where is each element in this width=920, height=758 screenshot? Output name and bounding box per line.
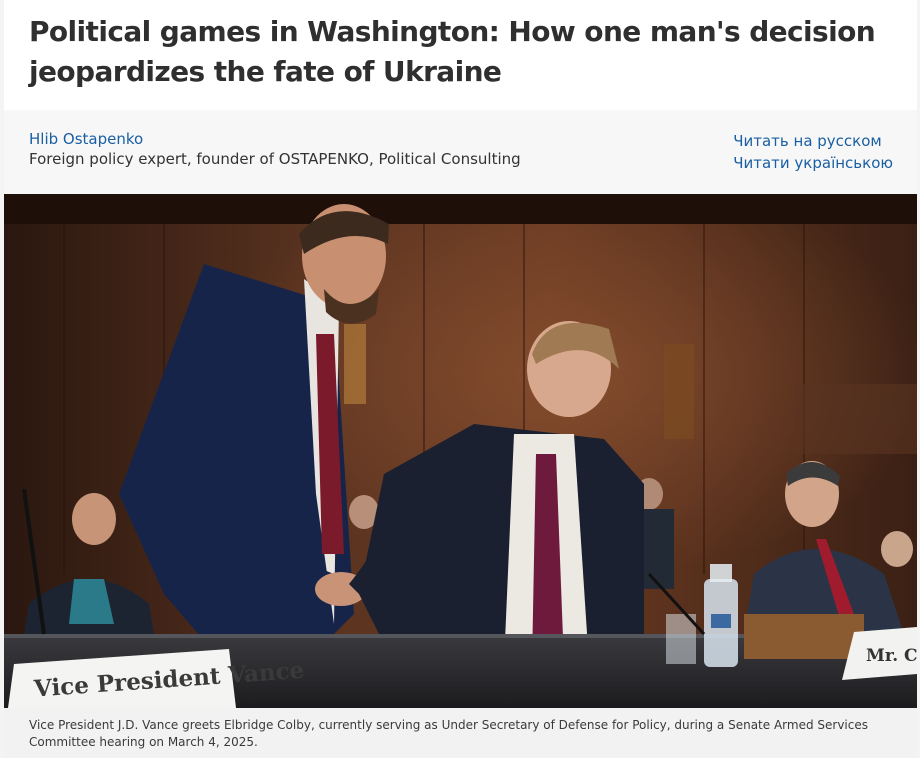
- article-photo[interactable]: Vice President Vance Mr. C: [4, 194, 917, 708]
- read-in-russian-link[interactable]: Читать на русском: [733, 130, 893, 152]
- photo-caption: Vice President J.D. Vance greets Elbridg…: [4, 708, 917, 758]
- nameplate-right: Mr. C: [866, 646, 917, 666]
- photo-illustration: Vice President Vance Mr. C: [4, 194, 917, 708]
- author-name-link[interactable]: Hlib Ostapenko: [29, 130, 143, 148]
- language-links: Читать на русском Читати українською: [733, 130, 893, 174]
- article-headline: Political games in Washington: How one m…: [29, 15, 876, 88]
- article-page: Political games in Washington: How one m…: [4, 0, 917, 758]
- byline-section: Hlib Ostapenko Foreign policy expert, fo…: [4, 110, 917, 194]
- author-bio: Foreign policy expert, founder of OSTAPE…: [29, 150, 521, 168]
- read-in-ukrainian-link[interactable]: Читати українською: [733, 152, 893, 174]
